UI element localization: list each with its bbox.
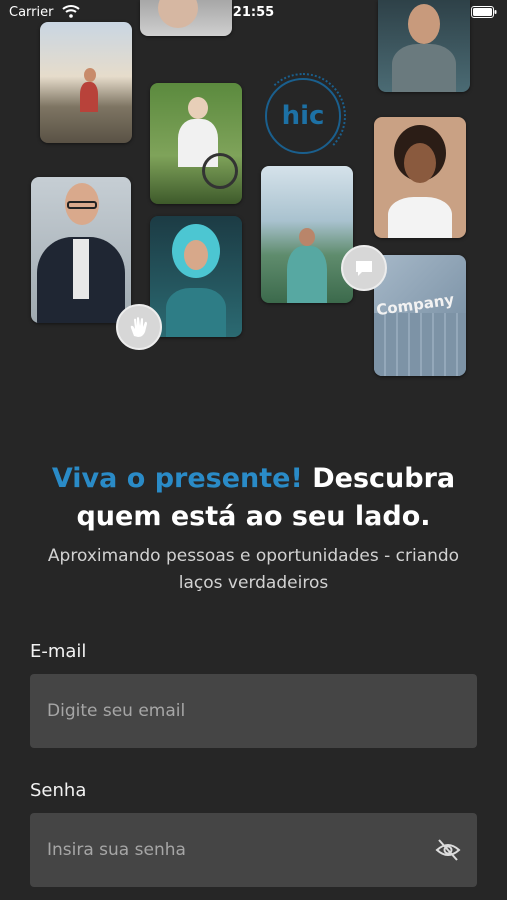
photo-curly-hair-woman (374, 117, 466, 238)
password-label: Senha (30, 780, 87, 801)
email-label: E-mail (30, 641, 87, 662)
photo-elderly-man (140, 0, 232, 36)
subtitle: Aproximando pessoas e oportunidades - cr… (47, 546, 460, 593)
headline-accent: Viva o presente! (51, 463, 303, 494)
headline: Viva o presente! Descubra quem está ao s… (20, 460, 487, 536)
chat-icon (341, 245, 387, 291)
email-field-container[interactable] (30, 674, 477, 748)
photo-man-mountains (261, 166, 353, 303)
hic-logo: hic (260, 73, 346, 159)
photo-businessman (31, 177, 131, 323)
photo-man-wall (378, 0, 470, 92)
photo-company-building: Company (374, 255, 466, 376)
password-field-container[interactable] (30, 813, 477, 887)
photo-woman-on-rocks (40, 22, 132, 143)
battery-icon (471, 6, 497, 22)
eye-off-icon[interactable] (435, 837, 461, 863)
email-field[interactable] (45, 700, 409, 722)
password-field[interactable] (45, 839, 409, 861)
hand-wave-icon (116, 304, 162, 350)
photo-wheelchair-woman (150, 83, 242, 204)
photo-cosplay-woman (150, 216, 242, 337)
